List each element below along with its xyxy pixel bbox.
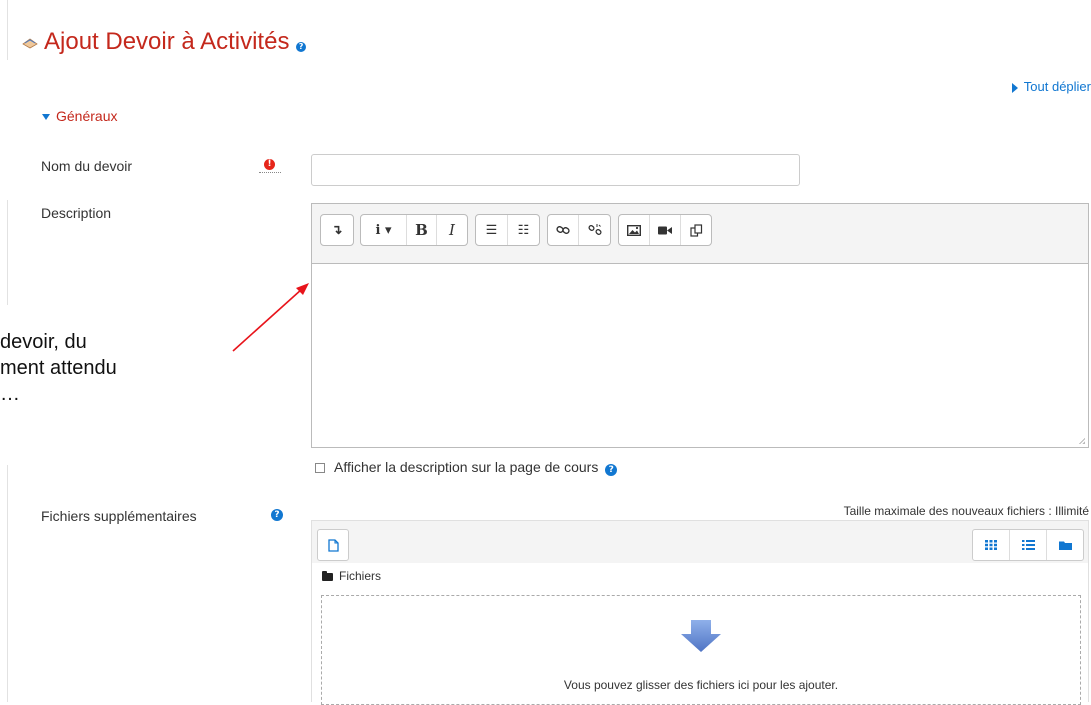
expand-all-label: Tout déplier <box>1023 79 1091 94</box>
bold-icon[interactable]: B <box>407 215 437 245</box>
unlink-icon[interactable] <box>579 215 610 245</box>
download-arrow-icon <box>681 620 721 652</box>
toolbar-group-media <box>618 214 712 246</box>
expand-all-link[interactable]: Tout déplier <box>1011 79 1091 94</box>
file-drop-zone[interactable]: Vous pouvez glisser des fichiers ici pou… <box>321 595 1081 705</box>
max-file-size-text: Taille maximale des nouveaux fichiers : … <box>843 504 1089 518</box>
video-icon[interactable] <box>650 215 681 245</box>
toolbar-group-lists: ☰ ☷ <box>475 214 540 246</box>
folder-path-label: Fichiers <box>339 569 382 583</box>
tree-view-icon[interactable] <box>1047 530 1083 560</box>
required-icon: ! <box>264 159 275 170</box>
section-general-toggle[interactable]: Généraux <box>42 108 117 124</box>
grid-view-icon[interactable] <box>973 530 1010 560</box>
additional-files-label: Fichiers supplémentaires <box>41 508 197 524</box>
new-file-icon <box>327 538 339 552</box>
annotation-line-3: … <box>0 383 20 405</box>
file-picker-toolbar <box>312 521 1088 563</box>
left-border <box>7 200 8 305</box>
assignment-name-input[interactable] <box>311 154 800 186</box>
show-description-text: Afficher la description sur la page de c… <box>334 459 599 475</box>
view-switcher <box>972 529 1084 561</box>
drop-zone-text: Vous pouvez glisser des fichiers ici pou… <box>563 678 839 692</box>
editor-toolbar: ↴ i ▾ B I ☰ ☷ <box>312 204 1088 264</box>
toolbar-group-links <box>547 214 611 246</box>
required-underline <box>259 172 281 173</box>
show-description-label: Afficher la description sur la page de c… <box>334 459 618 476</box>
folder-icon <box>322 570 333 581</box>
toolbar-group-collapse: ↴ <box>320 214 354 246</box>
page-title-text: Ajout Devoir à Activités <box>44 28 290 55</box>
assignment-name-label: Nom du devoir <box>41 158 133 174</box>
description-label: Description <box>41 205 112 221</box>
help-icon[interactable]: ? <box>271 509 283 521</box>
caret-down-icon <box>42 114 50 121</box>
annotation-line-2: ment attendu <box>0 357 117 379</box>
image-icon[interactable] <box>619 215 650 245</box>
link-icon[interactable] <box>548 215 579 245</box>
left-border <box>7 0 8 60</box>
annotation-arrow <box>232 283 309 352</box>
page-title: Ajout Devoir à Activités ? <box>22 28 307 56</box>
italic-icon[interactable]: I <box>437 215 467 245</box>
collapse-icon[interactable]: ↴ <box>321 215 353 245</box>
info-dropdown-icon[interactable]: i ▾ <box>361 215 407 245</box>
help-icon[interactable]: ? <box>296 42 307 52</box>
assignment-icon <box>22 38 38 49</box>
toolbar-group-style: i ▾ B I <box>360 214 468 246</box>
section-general-label: Généraux <box>56 108 118 124</box>
file-picker: Fichiers Vous pouvez glisser des fichier… <box>311 520 1089 705</box>
ordered-list-icon[interactable]: ☷ <box>508 215 539 245</box>
add-file-button[interactable] <box>317 529 349 561</box>
annotation-line-1: devoir, du <box>0 331 87 353</box>
left-border <box>7 465 8 702</box>
description-editor: ↴ i ▾ B I ☰ ☷ <box>311 203 1089 448</box>
help-icon[interactable]: ? <box>605 464 618 476</box>
caret-right-icon <box>1011 82 1018 93</box>
show-description-checkbox[interactable] <box>315 463 325 473</box>
resize-handle[interactable] <box>1078 437 1085 444</box>
unordered-list-icon[interactable]: ☰ <box>476 215 508 245</box>
manage-files-icon[interactable] <box>681 215 711 245</box>
list-view-icon[interactable] <box>1010 530 1047 560</box>
description-textarea[interactable] <box>312 264 1088 447</box>
folder-path[interactable]: Fichiers <box>322 569 381 583</box>
